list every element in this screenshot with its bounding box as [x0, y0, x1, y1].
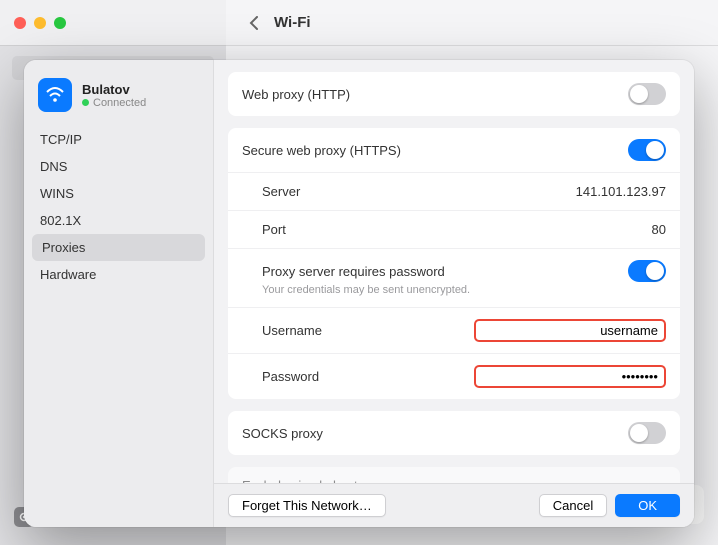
username-input[interactable]: [482, 323, 658, 338]
zoom-icon[interactable]: [54, 17, 66, 29]
https-proxy-row: Secure web proxy (HTTPS): [228, 128, 680, 173]
auth-toggle[interactable]: [628, 260, 666, 282]
socks-row: SOCKS proxy: [228, 411, 680, 455]
network-status: Connected: [82, 97, 146, 109]
proxy-settings-modal: Bulatov Connected TCP/IP DNS WINS 802.1X…: [24, 60, 694, 527]
tab-8021x[interactable]: 802.1X: [24, 207, 213, 234]
tab-proxies[interactable]: Proxies: [32, 234, 205, 261]
web-proxy-label: Web proxy (HTTP): [242, 87, 350, 102]
server-label: Server: [262, 184, 300, 199]
password-field[interactable]: [474, 365, 666, 388]
status-dot-icon: [82, 99, 89, 106]
socks-label: SOCKS proxy: [242, 426, 323, 441]
tab-tcpip[interactable]: TCP/IP: [24, 126, 213, 153]
password-row: Password: [228, 354, 680, 399]
password-label: Password: [262, 369, 319, 384]
https-proxy-label: Secure web proxy (HTTPS): [242, 143, 401, 158]
socks-toggle[interactable]: [628, 422, 666, 444]
socks-proxy-group: SOCKS proxy: [228, 411, 680, 455]
exclude-group: Exclude simple hostnames: [228, 467, 680, 483]
port-row: Port 80: [228, 211, 680, 249]
auth-row: Proxy server requires password Your cred…: [228, 249, 680, 308]
modal-sidebar: Bulatov Connected TCP/IP DNS WINS 802.1X…: [24, 60, 214, 527]
page-title: Wi-Fi: [274, 14, 311, 31]
https-proxy-group: Secure web proxy (HTTPS) Server 141.101.…: [228, 128, 680, 399]
minimize-icon[interactable]: [34, 17, 46, 29]
header-bar: Wi-Fi: [226, 0, 718, 46]
network-header: Bulatov Connected: [24, 72, 213, 126]
close-icon[interactable]: [14, 17, 26, 29]
web-proxy-group: Web proxy (HTTP): [228, 72, 680, 116]
traffic-lights: [14, 17, 66, 29]
exclude-row: Exclude simple hostnames: [228, 467, 680, 483]
username-field[interactable]: [474, 319, 666, 342]
modal-main: Web proxy (HTTP) Secure web proxy (HTTPS…: [214, 60, 694, 527]
exclude-label: Exclude simple hostnames: [242, 478, 397, 483]
network-name: Bulatov: [82, 82, 146, 97]
username-row: Username: [228, 308, 680, 354]
tab-dns[interactable]: DNS: [24, 153, 213, 180]
settings-scroll[interactable]: Web proxy (HTTP) Secure web proxy (HTTPS…: [214, 60, 694, 483]
auth-label: Proxy server requires password: [262, 264, 445, 279]
forget-network-button[interactable]: Forget This Network…: [228, 494, 386, 517]
cancel-button[interactable]: Cancel: [539, 494, 607, 517]
tab-hardware[interactable]: Hardware: [24, 261, 213, 288]
password-input[interactable]: [482, 369, 658, 384]
web-proxy-toggle[interactable]: [628, 83, 666, 105]
https-proxy-toggle[interactable]: [628, 139, 666, 161]
wifi-icon: [38, 78, 72, 112]
auth-subtext: Your credentials may be sent unencrypted…: [262, 284, 470, 296]
modal-footer: Forget This Network… Cancel OK: [214, 483, 694, 527]
back-button[interactable]: [242, 12, 264, 34]
server-value[interactable]: 141.101.123.97: [576, 184, 666, 199]
username-label: Username: [262, 323, 322, 338]
web-proxy-row: Web proxy (HTTP): [228, 72, 680, 116]
server-row: Server 141.101.123.97: [228, 173, 680, 211]
tab-wins[interactable]: WINS: [24, 180, 213, 207]
port-label: Port: [262, 222, 286, 237]
port-value[interactable]: 80: [652, 222, 666, 237]
ok-button[interactable]: OK: [615, 494, 680, 517]
